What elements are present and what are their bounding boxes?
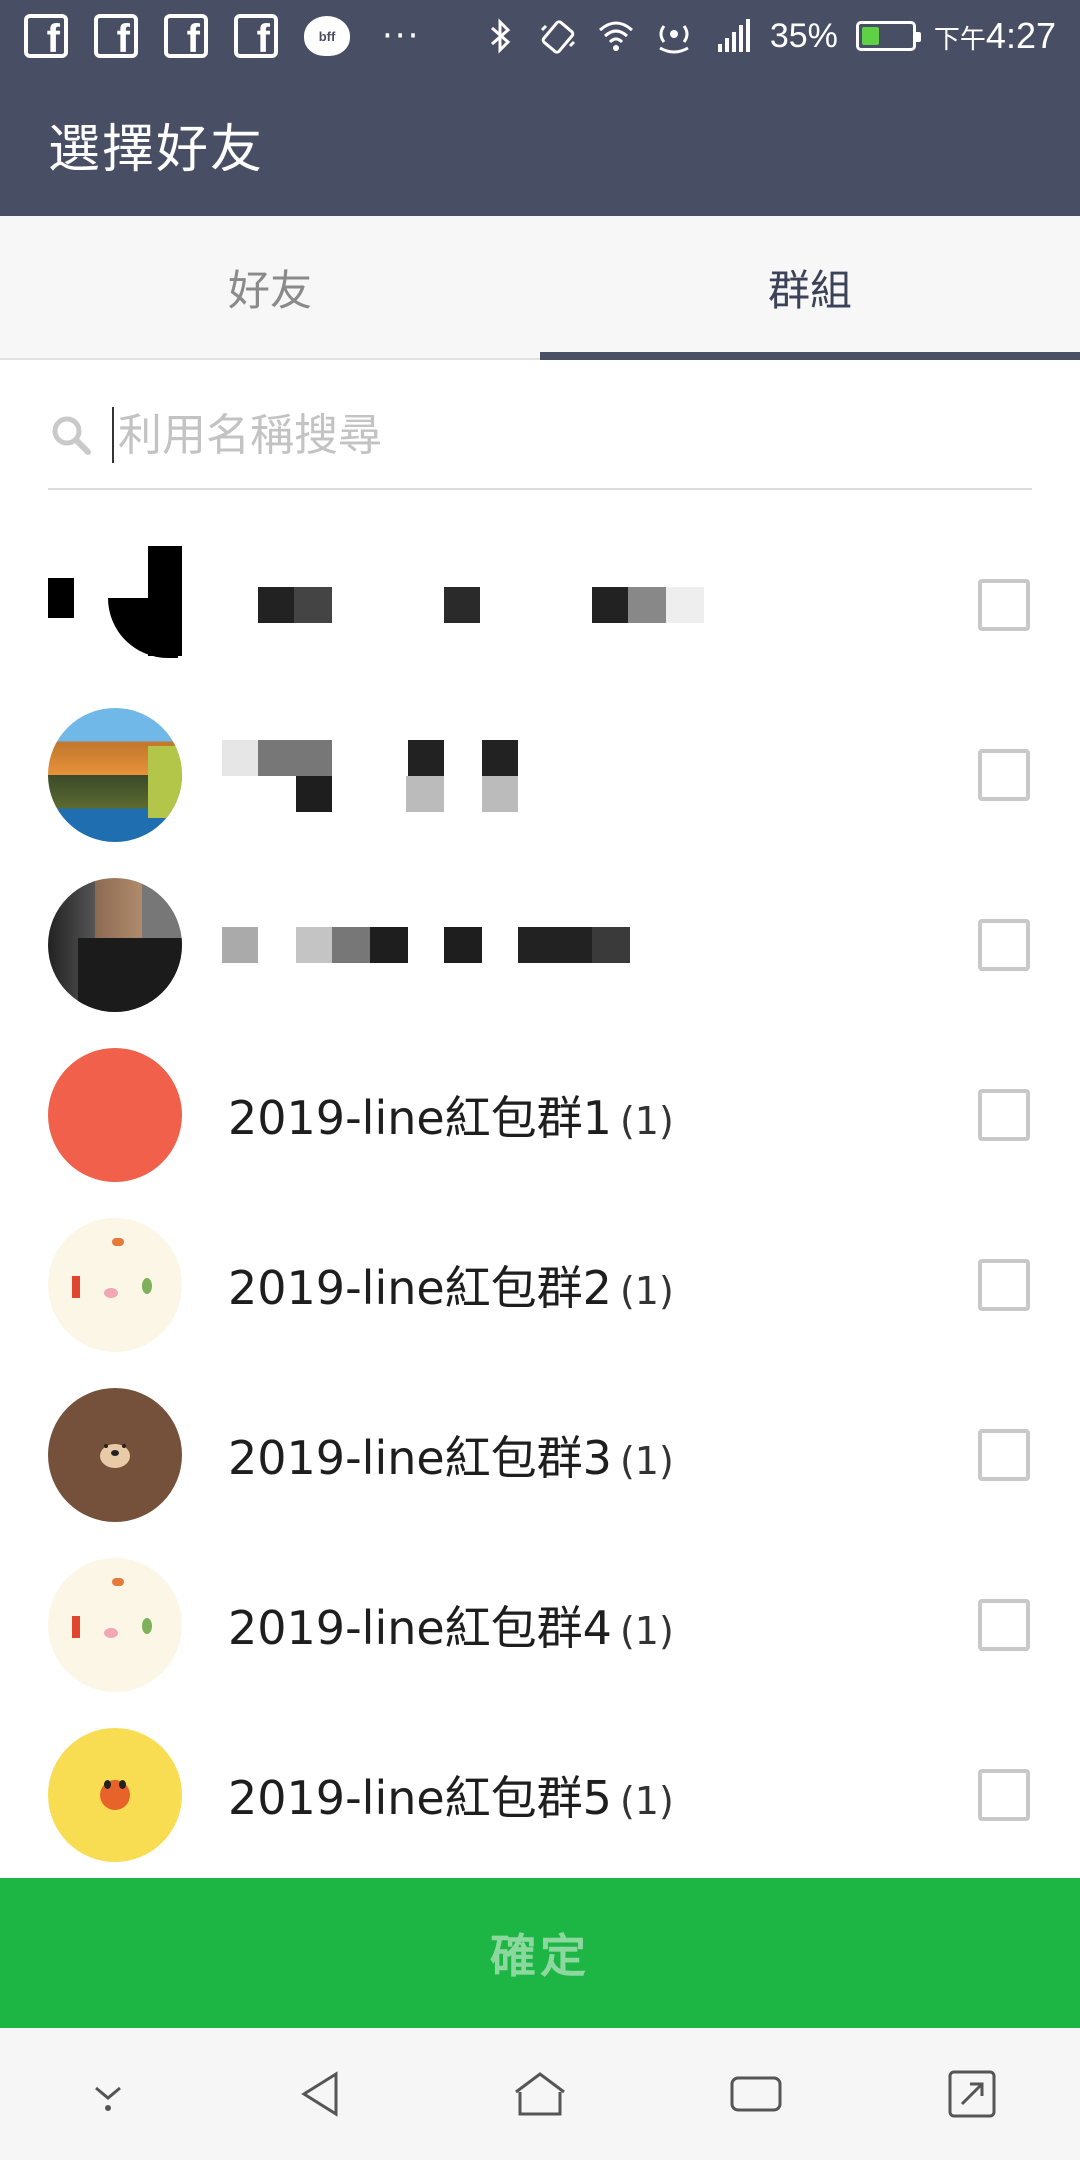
hotspot-icon [654, 16, 694, 56]
clock-ampm: 下午 [933, 24, 986, 54]
recents-icon [730, 2076, 782, 2112]
search-bar [48, 382, 1032, 490]
select-checkbox[interactable] [978, 579, 1030, 631]
text-cursor [112, 407, 114, 463]
vibrate-icon [538, 16, 578, 56]
group-name-text: 2019-line紅包群2 [228, 1261, 612, 1315]
tab-friends[interactable]: 好友 [0, 216, 540, 358]
facebook-icon [234, 14, 278, 58]
bff-label: bff [318, 28, 336, 44]
notification-icons: bff ··· [24, 14, 420, 58]
member-count: (1) [619, 1439, 674, 1483]
group-name-text: 2019-line紅包群3 [228, 1431, 612, 1485]
select-checkbox[interactable] [978, 749, 1030, 801]
back-icon [301, 2071, 338, 2117]
group-name: 2019-line紅包群3 (1) [228, 1422, 674, 1488]
home-button[interactable] [500, 2054, 580, 2134]
home-icon [515, 2072, 565, 2116]
battery-icon [855, 21, 921, 51]
group-list: 2019-line紅包群1 (1) 2019-line紅包群2 (1) 2019-l… [0, 520, 1080, 1880]
facebook-icon [94, 14, 138, 58]
screenshot-icon [948, 2070, 996, 2118]
battery-percent: 35% [769, 16, 838, 55]
system-icons: 35% 下午4:27 [480, 15, 1056, 57]
group-name: 2019-line紅包群4 (1) [228, 1592, 674, 1658]
facebook-icon [164, 14, 208, 58]
signal-icon [712, 16, 752, 56]
hide-keyboard-button[interactable] [68, 2054, 148, 2134]
tab-groups[interactable]: 群組 [540, 216, 1080, 360]
page-title: 選擇好友 [48, 119, 265, 180]
avatar [48, 708, 182, 842]
avatar [48, 878, 182, 1012]
list-item[interactable]: 2019-line紅包群4 (1) [0, 1540, 1080, 1710]
group-name: 2019-line紅包群5 (1) [228, 1762, 674, 1828]
group-avatar [48, 1728, 182, 1862]
select-checkbox[interactable] [978, 1259, 1030, 1311]
bluetooth-icon [480, 16, 520, 56]
redacted-name [296, 776, 518, 812]
clock-time: 4:27 [985, 15, 1056, 56]
navigation-bar [0, 2028, 1080, 2160]
back-button[interactable] [284, 2054, 364, 2134]
select-checkbox[interactable] [978, 1599, 1030, 1651]
confirm-button[interactable]: 確定 [0, 1878, 1080, 2028]
select-checkbox[interactable] [978, 1769, 1030, 1821]
member-count: (1) [619, 1609, 674, 1653]
list-item[interactable]: 2019-line紅包群5 (1) [0, 1710, 1080, 1880]
redacted-name [258, 587, 704, 623]
tab-bar: 好友 群組 [0, 216, 1080, 360]
recents-button[interactable] [716, 2054, 796, 2134]
list-item-redacted[interactable] [0, 860, 1080, 1030]
select-checkbox[interactable] [978, 1089, 1030, 1141]
screenshot-button[interactable] [932, 2054, 1012, 2134]
search-icon [52, 416, 91, 455]
battery-level [861, 27, 879, 45]
group-avatar [48, 1218, 182, 1352]
group-name: 2019-line紅包群2 (1) [228, 1252, 674, 1318]
list-item-redacted[interactable] [0, 690, 1080, 860]
wifi-icon [596, 16, 636, 56]
facebook-icon [24, 14, 68, 58]
group-name-text: 2019-line紅包群5 [228, 1771, 612, 1825]
group-avatar [48, 1048, 182, 1182]
search-input[interactable] [118, 409, 918, 461]
list-item-redacted[interactable] [0, 520, 1080, 690]
list-item[interactable]: 2019-line紅包群3 (1) [0, 1370, 1080, 1540]
member-count: (1) [619, 1099, 674, 1143]
list-item[interactable]: 2019-line紅包群1 (1) [0, 1030, 1080, 1200]
list-item[interactable]: 2019-line紅包群2 (1) [0, 1200, 1080, 1370]
member-count: (1) [619, 1269, 674, 1313]
group-name-text: 2019-line紅包群4 [228, 1601, 612, 1655]
select-checkbox[interactable] [978, 1429, 1030, 1481]
group-avatar [48, 1558, 182, 1692]
redacted-name [222, 927, 630, 963]
clock: 下午4:27 [934, 15, 1056, 57]
group-avatar [48, 1388, 182, 1522]
app-header: 選擇好友 [0, 72, 1080, 216]
bff-icon: bff [304, 16, 350, 56]
more-notifications: ··· [382, 16, 421, 56]
hide-keyboard-icon [95, 2086, 121, 2111]
select-checkbox[interactable] [978, 919, 1030, 971]
member-count: (1) [619, 1779, 674, 1823]
group-name-text: 2019-line紅包群1 [228, 1091, 612, 1145]
status-bar: bff ··· 35% 下午4:27 [0, 0, 1080, 72]
redacted-name [222, 740, 518, 776]
group-name: 2019-line紅包群1 (1) [228, 1082, 674, 1148]
avatar [48, 538, 182, 672]
